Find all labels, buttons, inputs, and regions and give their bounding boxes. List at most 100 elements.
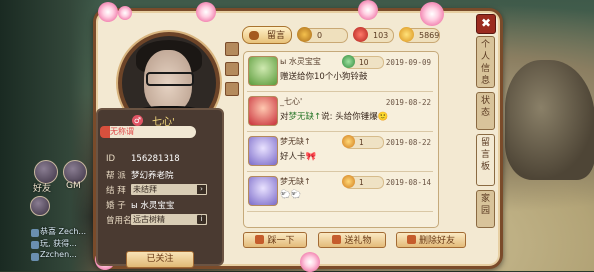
info-icon[interactable]: i bbox=[197, 215, 206, 224]
leave-message-button[interactable]: 留言 bbox=[242, 26, 292, 44]
flower-gift-icon bbox=[342, 135, 355, 148]
treasure-chest-icon bbox=[297, 27, 312, 42]
list-item[interactable]: 梦无缺↑ 1 2019-08-22 好人卡🎀 bbox=[247, 133, 433, 172]
delete-friend-label: 删除好友 bbox=[418, 236, 455, 246]
tab-personal-info[interactable]: 个人信息 bbox=[476, 36, 495, 88]
sender-avatar[interactable] bbox=[248, 176, 278, 206]
field-label: 帮 派 bbox=[106, 171, 126, 181]
message-text: 好人卡🎀 bbox=[280, 152, 317, 162]
tab-message-board[interactable]: 留言板 bbox=[476, 134, 495, 186]
sender-avatar[interactable] bbox=[248, 96, 278, 126]
guild-row: 帮 派 梦幻养老院 bbox=[106, 169, 174, 181]
text-prefix: 对 bbox=[280, 112, 289, 122]
delete-friend-icon bbox=[406, 235, 416, 244]
stat-value: 0 bbox=[317, 31, 323, 40]
avatar-glasses bbox=[146, 72, 194, 86]
tab-status[interactable]: 状态 bbox=[476, 92, 495, 130]
board-header: 留言 0 103 5869 bbox=[242, 26, 440, 44]
former-name-row: 曾用名 bbox=[106, 214, 132, 226]
chat-channel-icon bbox=[31, 241, 39, 249]
poke-button[interactable]: 踩一下 bbox=[243, 232, 307, 248]
sender-name: 梦无缺↑ bbox=[280, 177, 311, 186]
mini-tab-strip bbox=[225, 42, 239, 102]
sender-avatar[interactable] bbox=[248, 136, 278, 166]
close-icon[interactable]: ✖ bbox=[476, 14, 496, 34]
delete-friend-button[interactable]: 删除好友 bbox=[396, 232, 466, 248]
chat-channel-icon bbox=[31, 229, 39, 237]
player-id: 156281318 bbox=[131, 154, 180, 164]
id-row: ID 156281318 bbox=[106, 154, 180, 164]
settings-hud-icon[interactable] bbox=[30, 196, 50, 216]
chat-line: 恭喜 Zech... bbox=[40, 227, 87, 236]
gift-badge: 10 bbox=[342, 55, 384, 69]
message-date: 2019-09-09 bbox=[385, 58, 431, 67]
sender-name: ы 水灵宝宝 bbox=[280, 57, 321, 66]
flower-gift-icon bbox=[342, 175, 355, 188]
sworn-row: 结 拜 bbox=[106, 184, 126, 196]
title-text: 无称谓 bbox=[110, 127, 134, 136]
gift-count: 1 bbox=[359, 138, 364, 147]
gift-count: 1 bbox=[359, 178, 364, 187]
gm-hud-label: GM bbox=[66, 181, 81, 191]
gift-count: 10 bbox=[359, 58, 369, 67]
chat-line: Zzchen... bbox=[40, 250, 77, 259]
title-icon bbox=[100, 126, 110, 138]
mini-tab-icon[interactable] bbox=[225, 42, 239, 56]
stat-value: 103 bbox=[373, 31, 389, 40]
green-gift-icon bbox=[342, 55, 355, 68]
profile-info-card: ♂ _七心' 无称谓 ID 156281318 帮 派 梦幻养老院 结 拜 未结… bbox=[96, 108, 224, 268]
send-gift-button[interactable]: 送礼物 bbox=[318, 232, 386, 248]
field-label: 婚 子 bbox=[106, 201, 126, 211]
footprint-icon bbox=[255, 235, 265, 244]
poke-label: 踩一下 bbox=[267, 236, 295, 246]
blossom-decoration bbox=[300, 252, 320, 272]
speech-bubble-icon bbox=[249, 31, 259, 40]
mini-tab-icon[interactable] bbox=[225, 82, 239, 96]
former-name-field[interactable]: 远古树精 i bbox=[131, 214, 207, 225]
former-name-value: 远古树精 bbox=[133, 215, 165, 224]
field-label: ID bbox=[106, 154, 116, 164]
sworn-field[interactable]: 未结拜 › bbox=[131, 184, 207, 195]
sender-avatar[interactable] bbox=[248, 56, 278, 86]
sender-name: _七心' bbox=[280, 97, 303, 106]
sender-name: 梦无缺↑ bbox=[280, 137, 311, 146]
message-date: 2019-08-14 bbox=[385, 178, 431, 187]
stat-star: 5869 bbox=[399, 27, 440, 43]
chat-channel-icon bbox=[31, 253, 39, 261]
sworn-value: 未结拜 bbox=[133, 185, 157, 194]
message-date: 2019-08-22 bbox=[385, 98, 431, 107]
title-badge: 无称谓 bbox=[100, 126, 196, 138]
message-text: 🐑🐑 bbox=[280, 190, 302, 200]
message-date: 2019-08-22 bbox=[385, 138, 431, 147]
list-item[interactable]: _七心' 2019-08-22 对梦无缺↑说: 头给你锤爆🙂 bbox=[247, 93, 433, 132]
mentioned-player[interactable]: 梦无缺↑ bbox=[289, 112, 322, 122]
spouse-name: ы 水灵宝宝 bbox=[131, 201, 175, 211]
send-gift-label: 送礼物 bbox=[344, 236, 372, 246]
mini-tab-icon[interactable] bbox=[225, 62, 239, 76]
profile-panel: ♂ _七心' 无称谓 ID 156281318 帮 派 梦幻养老院 结 拜 未结… bbox=[96, 18, 224, 268]
message-list: ы 水灵宝宝 10 2019-09-09 赠送给你10个小狗铃鼓 _七心' 20… bbox=[243, 51, 439, 228]
red-coin-icon bbox=[353, 27, 368, 42]
field-label: 曾用名 bbox=[106, 216, 132, 226]
spouse-row: 婚 子 ы 水灵宝宝 bbox=[106, 199, 174, 211]
guild-name: 梦幻养老院 bbox=[131, 171, 174, 181]
follow-button[interactable]: 已关注 bbox=[126, 251, 194, 268]
stat-coin: 103 bbox=[353, 27, 394, 43]
stat-treasure: 0 bbox=[297, 27, 348, 43]
gift-icon bbox=[332, 235, 342, 244]
gender-male-icon: ♂ bbox=[132, 115, 143, 126]
rock-scenery bbox=[505, 60, 594, 180]
field-label: 结 拜 bbox=[106, 186, 126, 196]
list-item[interactable]: ы 水灵宝宝 10 2019-09-09 赠送给你10个小狗铃鼓 bbox=[247, 53, 433, 92]
blossom-decoration bbox=[420, 2, 444, 26]
tab-home[interactable]: 家园 bbox=[476, 190, 495, 228]
leave-message-label: 留言 bbox=[266, 31, 285, 41]
gift-badge: 1 bbox=[342, 175, 384, 189]
chevron-right-icon[interactable]: › bbox=[197, 185, 206, 194]
blossom-decoration bbox=[358, 0, 378, 20]
message-text: 对梦无缺↑说: 头给你锤爆🙂 bbox=[280, 110, 388, 122]
text-body: 说: 头给你锤爆🙂 bbox=[321, 112, 389, 122]
list-item[interactable]: 梦无缺↑ 1 2019-08-14 🐑🐑 bbox=[247, 173, 433, 212]
message-text: 赠送给你10个小狗铃鼓 bbox=[280, 72, 368, 82]
friends-hud-label: 好友 bbox=[33, 184, 52, 194]
